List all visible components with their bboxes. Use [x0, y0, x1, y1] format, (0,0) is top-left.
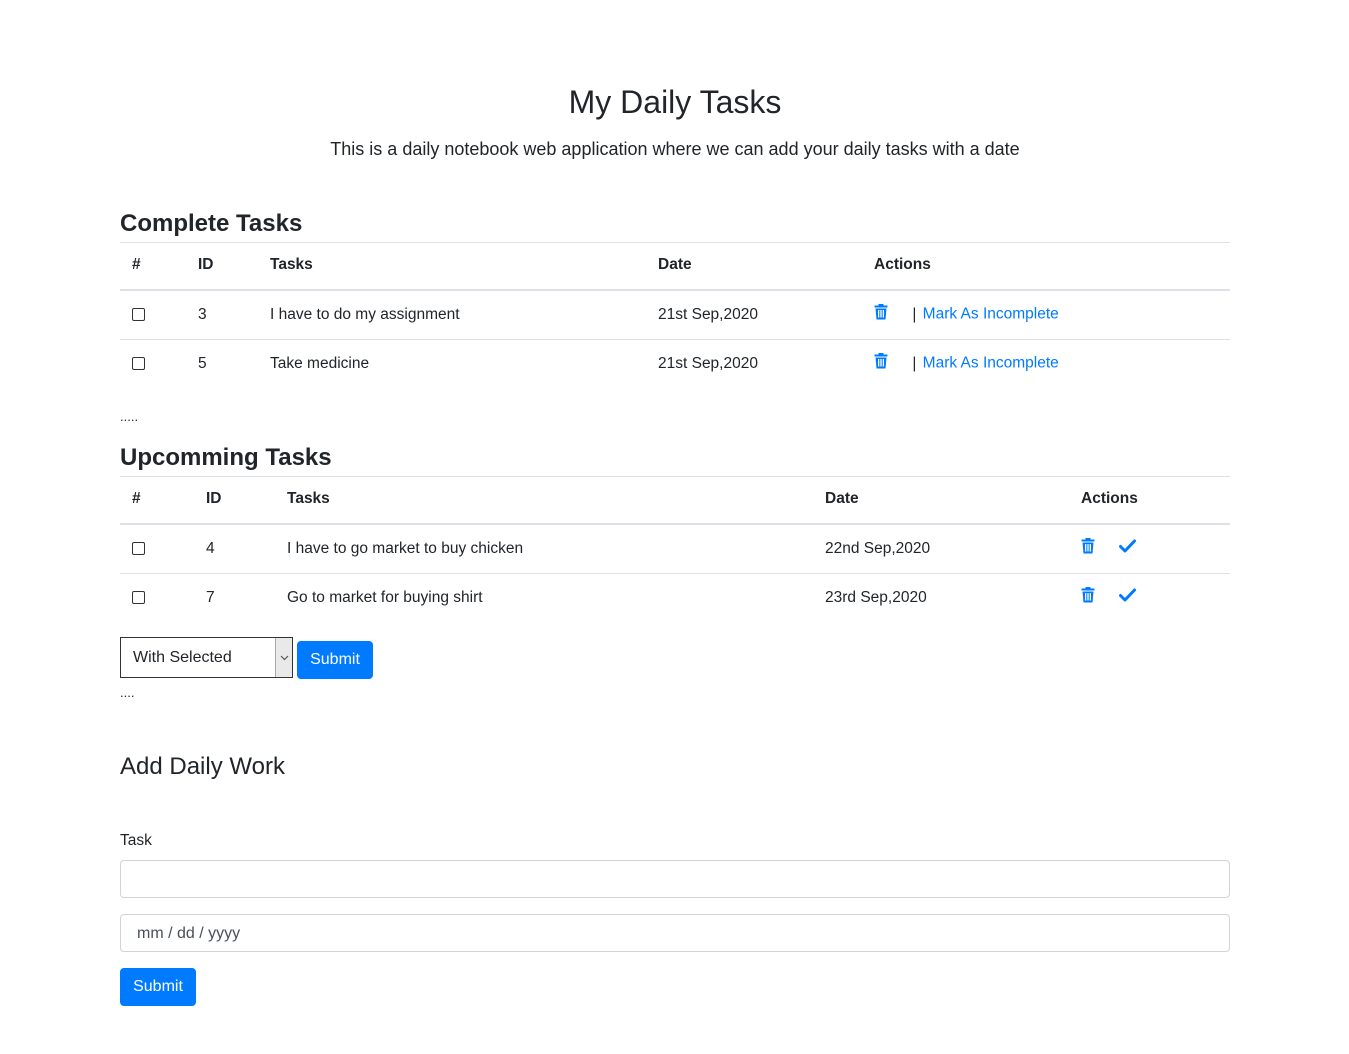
- complete-tasks-title: Complete Tasks: [120, 210, 1230, 243]
- add-task-submit-button[interactable]: Submit: [120, 968, 196, 1006]
- page-subtitle: This is a daily notebook web application…: [330, 139, 1020, 159]
- task-text: I have to do my assignment: [258, 290, 646, 340]
- upcoming-tasks-dots: ....: [120, 685, 135, 700]
- table-row: 5 Take medicine 21st Sep,2020 | Mark As …: [120, 339, 1230, 388]
- complete-tasks-dots: .....: [120, 409, 139, 424]
- task-date: 21st Sep,2020: [658, 354, 758, 372]
- date-placeholder: mm / dd / yyyy: [137, 925, 241, 942]
- task-text: Go to market for buying shirt: [287, 588, 483, 606]
- trash-icon[interactable]: [874, 353, 888, 374]
- column-header-id: ID: [194, 474, 275, 525]
- task-date: 21st Sep,2020: [646, 290, 862, 340]
- task-id: 5: [198, 354, 207, 372]
- action-separator: |: [912, 354, 917, 372]
- upcoming-tasks-title: Upcomming Tasks: [120, 444, 1230, 477]
- mark-incomplete-link[interactable]: Mark As Incomplete: [923, 355, 1059, 372]
- date-input[interactable]: mm / dd / yyyy: [120, 914, 1230, 952]
- check-icon[interactable]: [1119, 539, 1137, 558]
- task-id: 3: [186, 290, 258, 340]
- task-date: 22nd Sep,2020: [813, 524, 1069, 574]
- table-header-row: # ID Tasks Date Actions: [120, 240, 1230, 291]
- row-checkbox[interactable]: [132, 542, 145, 556]
- task-id: 7: [206, 588, 215, 606]
- task-input[interactable]: [120, 860, 1230, 898]
- bulk-action-selected: With Selected: [133, 649, 232, 666]
- trash-icon[interactable]: [1081, 538, 1095, 559]
- task-label: Task: [120, 832, 152, 849]
- upcoming-tasks-table: # ID Tasks Date Actions 4 I have to go m…: [120, 474, 1230, 622]
- trash-icon[interactable]: [1081, 587, 1095, 608]
- table-row: 4 I have to go market to buy chicken 22n…: [120, 524, 1230, 574]
- column-header-tasks: Tasks: [275, 474, 813, 525]
- complete-tasks-table: # ID Tasks Date Actions 3 I have to do m…: [120, 240, 1230, 388]
- table-header-row: # ID Tasks Date Actions: [120, 474, 1230, 525]
- task-text: I have to go market to buy chicken: [275, 524, 813, 574]
- column-header-id: ID: [186, 240, 258, 291]
- row-checkbox[interactable]: [132, 308, 145, 322]
- task-date: 23rd Sep,2020: [825, 588, 927, 606]
- bulk-action-select[interactable]: With Selected: [120, 637, 293, 678]
- page-title: My Daily Tasks: [568, 84, 782, 120]
- column-header-select: #: [120, 474, 194, 525]
- check-icon[interactable]: [1119, 588, 1137, 607]
- table-row: 7 Go to market for buying shirt 23rd Sep…: [120, 573, 1230, 622]
- row-checkbox[interactable]: [132, 357, 145, 371]
- task-id: 4: [194, 524, 275, 574]
- add-work-title: Add Daily Work: [120, 753, 285, 780]
- bulk-submit-button[interactable]: Submit: [297, 641, 373, 679]
- action-separator: |: [912, 305, 917, 323]
- chevron-down-icon[interactable]: [275, 638, 292, 677]
- mark-incomplete-link[interactable]: Mark As Incomplete: [923, 306, 1059, 323]
- column-header-date: Date: [646, 240, 862, 291]
- task-text: Take medicine: [270, 354, 370, 372]
- column-header-actions: Actions: [862, 240, 1230, 291]
- column-header-actions: Actions: [1069, 474, 1230, 525]
- column-header-select: #: [120, 240, 186, 291]
- table-row: 3 I have to do my assignment 21st Sep,20…: [120, 290, 1230, 340]
- trash-icon[interactable]: [874, 304, 888, 325]
- column-header-tasks: Tasks: [258, 240, 646, 291]
- row-checkbox[interactable]: [132, 591, 145, 605]
- column-header-date: Date: [813, 474, 1069, 525]
